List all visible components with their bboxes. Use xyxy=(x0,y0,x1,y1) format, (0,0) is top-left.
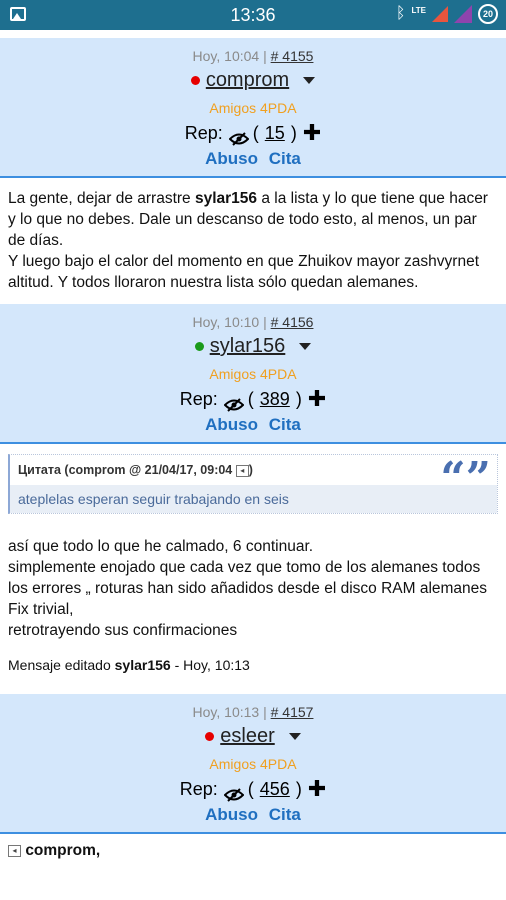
mentioned-user: sylar156 xyxy=(194,190,258,207)
abuse-button[interactable]: Abuso xyxy=(205,805,258,824)
abuse-button[interactable]: Abuso xyxy=(205,415,258,434)
post-number-link[interactable]: # 4156 xyxy=(271,314,314,330)
reputation-count[interactable]: 456 xyxy=(260,776,290,802)
post-body: ◂ comprom, xyxy=(0,834,506,861)
reply-to-user[interactable]: comprom, xyxy=(25,842,100,859)
eye-hidden-icon[interactable] xyxy=(223,783,245,802)
online-status-icon xyxy=(190,75,200,85)
post-time: Hoy, 10:04 | xyxy=(192,48,267,64)
post-time: Hoy, 10:13 | xyxy=(192,704,267,720)
username-link[interactable]: sylar156 xyxy=(210,332,286,360)
post-line: así que todo lo que he calmado, 6 contin… xyxy=(8,538,314,555)
rep-label: Rep: xyxy=(184,123,223,143)
post-body: así que todo lo que he calmado, 6 contin… xyxy=(0,514,506,694)
status-bar: 13:36 ᛒ LTE 20 xyxy=(0,0,506,30)
quote-block: Цитата (comprom @ 21/04/17, 09:04 ◂) ate… xyxy=(8,454,498,514)
post-line: simplemente enojado que cada vez que tom… xyxy=(8,559,488,618)
user-group: Amigos 4PDA xyxy=(209,756,297,772)
post: Hoy, 10:10 | # 4156 sylar156 Amigos 4PDA… xyxy=(0,304,506,694)
abuse-button[interactable]: Abuso xyxy=(205,149,258,168)
post-header: Hoy, 10:10 | # 4156 sylar156 Amigos 4PDA… xyxy=(0,304,506,444)
signal-icon xyxy=(432,6,448,22)
plus-icon[interactable]: ✚ xyxy=(308,388,326,410)
cite-button[interactable]: Cita xyxy=(269,149,301,168)
plus-icon[interactable]: ✚ xyxy=(308,778,326,800)
post-line: retrotrayendo sus confirmaciones xyxy=(8,622,238,639)
username-link[interactable]: comprom xyxy=(206,66,289,94)
rep-label: Rep: xyxy=(179,779,218,799)
post-body: La gente, dejar de arrastre sylar156 a l… xyxy=(0,178,506,304)
post-paragraph: La gente, dejar de arrastre sylar156 a l… xyxy=(8,190,488,249)
reputation-count[interactable]: 15 xyxy=(265,120,285,146)
chevron-down-icon[interactable] xyxy=(303,76,316,84)
editor-user: sylar156 xyxy=(114,657,171,673)
wifi-signal-icon xyxy=(454,5,472,23)
quote-header: Цитата (comprom @ 21/04/17, 09:04 ◂) xyxy=(10,455,497,485)
edit-note: Mensaje editado sylar156 - Hoy, 10:13 xyxy=(8,657,250,673)
post: Hoy, 10:04 | # 4155 comprom Amigos 4PDA … xyxy=(0,38,506,304)
post: Hoy, 10:13 | # 4157 esleer Amigos 4PDA R… xyxy=(0,694,506,861)
post-header: Hoy, 10:13 | # 4157 esleer Amigos 4PDA R… xyxy=(0,694,506,834)
chevron-down-icon[interactable] xyxy=(288,732,301,740)
eye-hidden-icon[interactable] xyxy=(228,127,250,146)
cite-button[interactable]: Cita xyxy=(269,415,301,434)
cite-button[interactable]: Cita xyxy=(269,805,301,824)
post-header: Hoy, 10:04 | # 4155 comprom Amigos 4PDA … xyxy=(0,38,506,178)
bluetooth-icon: ᛒ xyxy=(395,5,406,22)
post-number-link[interactable]: # 4155 xyxy=(271,48,314,64)
post-number-link[interactable]: # 4157 xyxy=(271,704,314,720)
user-group: Amigos 4PDA xyxy=(209,100,297,116)
quote-text: ateplelas esperan seguir trabajando en s… xyxy=(10,485,497,513)
plus-icon[interactable]: ✚ xyxy=(303,122,321,144)
username-link[interactable]: esleer xyxy=(220,722,274,750)
post-paragraph: Y luego bajo el calor del momento en que… xyxy=(8,253,480,291)
jump-to-post-icon[interactable]: ◂ xyxy=(235,464,249,477)
eye-hidden-icon[interactable] xyxy=(223,393,245,412)
reputation-count[interactable]: 389 xyxy=(260,386,290,412)
network-type: LTE xyxy=(411,5,426,15)
online-status-icon xyxy=(205,731,215,741)
post-time: Hoy, 10:10 | xyxy=(192,314,267,330)
online-status-icon xyxy=(194,341,204,351)
battery-icon: 20 xyxy=(478,4,498,24)
rep-label: Rep: xyxy=(179,389,218,409)
user-group: Amigos 4PDA xyxy=(209,366,297,382)
quote-mark-icon: “” xyxy=(440,453,491,504)
chevron-down-icon[interactable] xyxy=(299,342,312,350)
jump-to-post-icon[interactable]: ◂ xyxy=(8,844,21,857)
